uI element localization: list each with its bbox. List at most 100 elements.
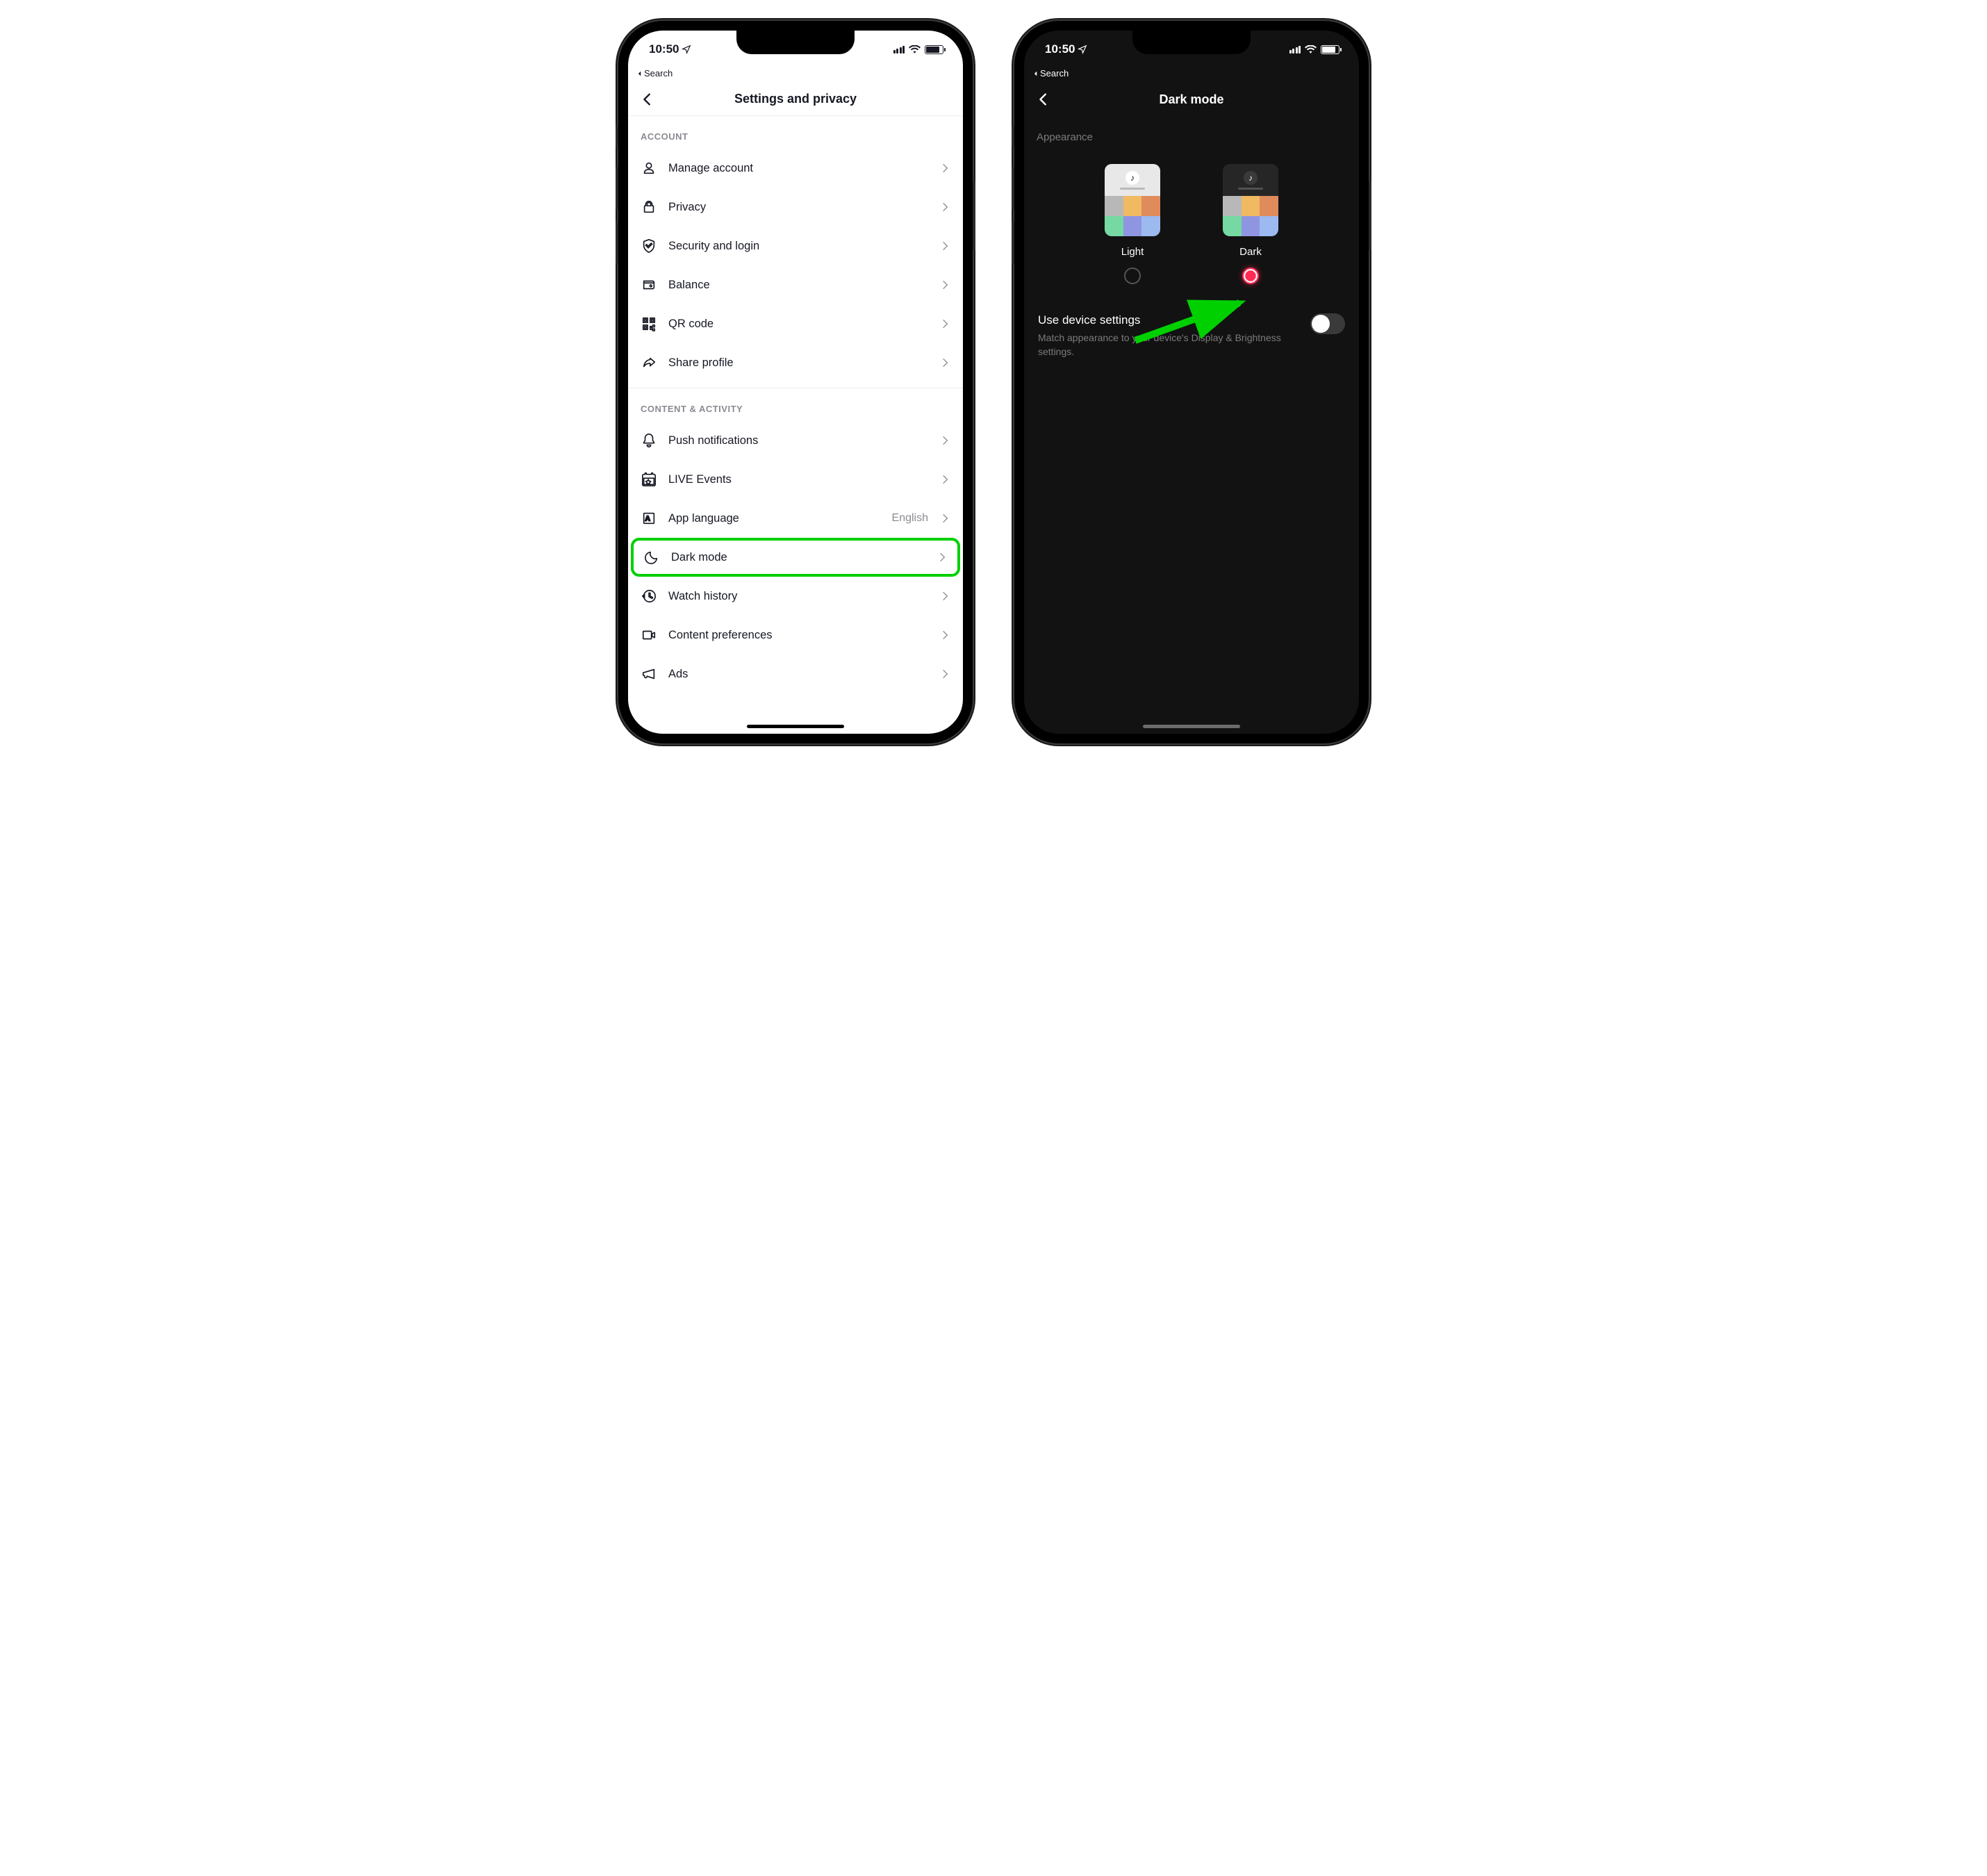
chevron-right-icon — [939, 318, 950, 329]
device-setting-toggle[interactable] — [1310, 313, 1345, 334]
chevron-right-icon — [939, 591, 950, 602]
chevron-right-icon — [939, 357, 950, 368]
list-row-share[interactable]: Share profile — [628, 343, 963, 382]
section-content-label: CONTENT & ACTIVITY — [628, 388, 963, 421]
appearance-option-light[interactable]: ♪ Light — [1105, 164, 1160, 284]
back-button[interactable] — [639, 91, 656, 108]
phone-settings: 10:50 Search Settings and privacy ACCOUN… — [618, 21, 973, 743]
calendar-icon — [641, 471, 657, 488]
chevron-right-icon — [939, 163, 950, 174]
list-row-lock[interactable]: Privacy — [628, 188, 963, 227]
wifi-icon — [1305, 45, 1317, 54]
breadcrumb-back-icon — [636, 70, 643, 77]
breadcrumb-label: Search — [644, 68, 673, 79]
appearance-options: ♪ Light ♪ Dark — [1024, 150, 1359, 301]
notch — [1132, 31, 1251, 54]
list-row-video[interactable]: Content preferences — [628, 616, 963, 655]
breadcrumb-back-icon — [1032, 70, 1039, 77]
chevron-right-icon — [939, 279, 950, 290]
list-row-qr[interactable]: QR code — [628, 304, 963, 343]
location-arrow-icon — [682, 44, 691, 54]
appearance-label-light: Light — [1121, 246, 1144, 258]
breadcrumb-label: Search — [1040, 68, 1069, 79]
history-icon — [641, 588, 657, 604]
phone-darkmode: 10:50 Search Dark mode Appearance — [1014, 21, 1369, 743]
cellular-icon — [1289, 45, 1301, 54]
list-row-megaphone[interactable]: Ads — [628, 655, 963, 693]
list-row-moon[interactable]: Dark mode — [631, 538, 960, 577]
moon-icon — [643, 549, 660, 566]
radio-dark[interactable] — [1242, 268, 1259, 284]
breadcrumb[interactable]: Search — [628, 68, 963, 83]
row-label: QR code — [668, 318, 928, 331]
list-row-history[interactable]: Watch history — [628, 577, 963, 616]
list-row-person[interactable]: Manage account — [628, 149, 963, 188]
row-label: Ads — [668, 668, 928, 681]
section-account-label: ACCOUNT — [628, 116, 963, 149]
shield-icon — [641, 238, 657, 254]
row-label: Manage account — [668, 162, 928, 175]
chevron-right-icon — [939, 240, 950, 252]
cellular-icon — [893, 45, 905, 54]
nav-header: Settings and privacy — [628, 83, 963, 116]
row-label: Share profile — [668, 356, 928, 370]
radio-light[interactable] — [1124, 268, 1141, 284]
battery-icon — [925, 45, 943, 54]
bell-icon — [641, 432, 657, 449]
list-row-wallet[interactable]: Balance — [628, 265, 963, 304]
status-time: 10:50 — [1045, 42, 1075, 56]
device-setting-title: Use device settings — [1038, 313, 1301, 327]
person-icon — [641, 160, 657, 176]
section-appearance-label: Appearance — [1024, 116, 1359, 150]
status-time: 10:50 — [649, 42, 679, 56]
nav-header: Dark mode — [1024, 83, 1359, 116]
megaphone-icon — [641, 666, 657, 682]
row-label: App language — [668, 512, 881, 525]
list-row-shield[interactable]: Security and login — [628, 227, 963, 265]
chevron-right-icon — [939, 435, 950, 446]
wallet-icon — [641, 277, 657, 293]
chevron-right-icon — [939, 630, 950, 641]
chevron-right-icon — [939, 474, 950, 485]
breadcrumb[interactable]: Search — [1024, 68, 1359, 83]
chevron-left-icon — [640, 92, 655, 107]
row-label: Security and login — [668, 240, 928, 253]
theme-preview-light: ♪ — [1105, 164, 1160, 236]
device-setting-subtitle: Match appearance to your device's Displa… — [1038, 331, 1301, 359]
video-icon — [641, 627, 657, 643]
appearance-label-dark: Dark — [1239, 246, 1262, 258]
wifi-icon — [909, 45, 921, 54]
row-label: Content preferences — [668, 629, 928, 642]
list-row-language[interactable]: App language English — [628, 499, 963, 538]
location-arrow-icon — [1078, 44, 1087, 54]
chevron-right-icon — [939, 668, 950, 680]
darkmode-content: Appearance ♪ Light ♪ Dark — [1024, 116, 1359, 734]
list-row-bell[interactable]: Push notifications — [628, 421, 963, 460]
use-device-settings-row: Use device settings Match appearance to … — [1024, 301, 1359, 371]
row-value: English — [892, 512, 928, 525]
settings-list[interactable]: ACCOUNT Manage account Privacy Security an… — [628, 116, 963, 734]
home-indicator[interactable] — [747, 725, 844, 728]
row-label: Balance — [668, 279, 928, 292]
share-icon — [641, 354, 657, 371]
battery-icon — [1321, 45, 1339, 54]
chevron-left-icon — [1036, 92, 1051, 107]
row-label: Push notifications — [668, 434, 928, 447]
page-title: Dark mode — [1024, 92, 1359, 107]
chevron-right-icon — [939, 513, 950, 524]
row-label: Dark mode — [671, 551, 925, 564]
lock-icon — [641, 199, 657, 215]
row-label: Watch history — [668, 590, 928, 603]
language-icon — [641, 510, 657, 527]
chevron-right-icon — [937, 552, 948, 563]
row-label: Privacy — [668, 201, 928, 214]
row-label: LIVE Events — [668, 473, 928, 486]
home-indicator[interactable] — [1143, 725, 1240, 728]
qr-icon — [641, 315, 657, 332]
page-title: Settings and privacy — [628, 92, 963, 106]
back-button[interactable] — [1035, 91, 1052, 108]
theme-preview-dark: ♪ — [1223, 164, 1278, 236]
list-row-calendar[interactable]: LIVE Events — [628, 460, 963, 499]
appearance-option-dark[interactable]: ♪ Dark — [1223, 164, 1278, 284]
notch — [736, 31, 855, 54]
